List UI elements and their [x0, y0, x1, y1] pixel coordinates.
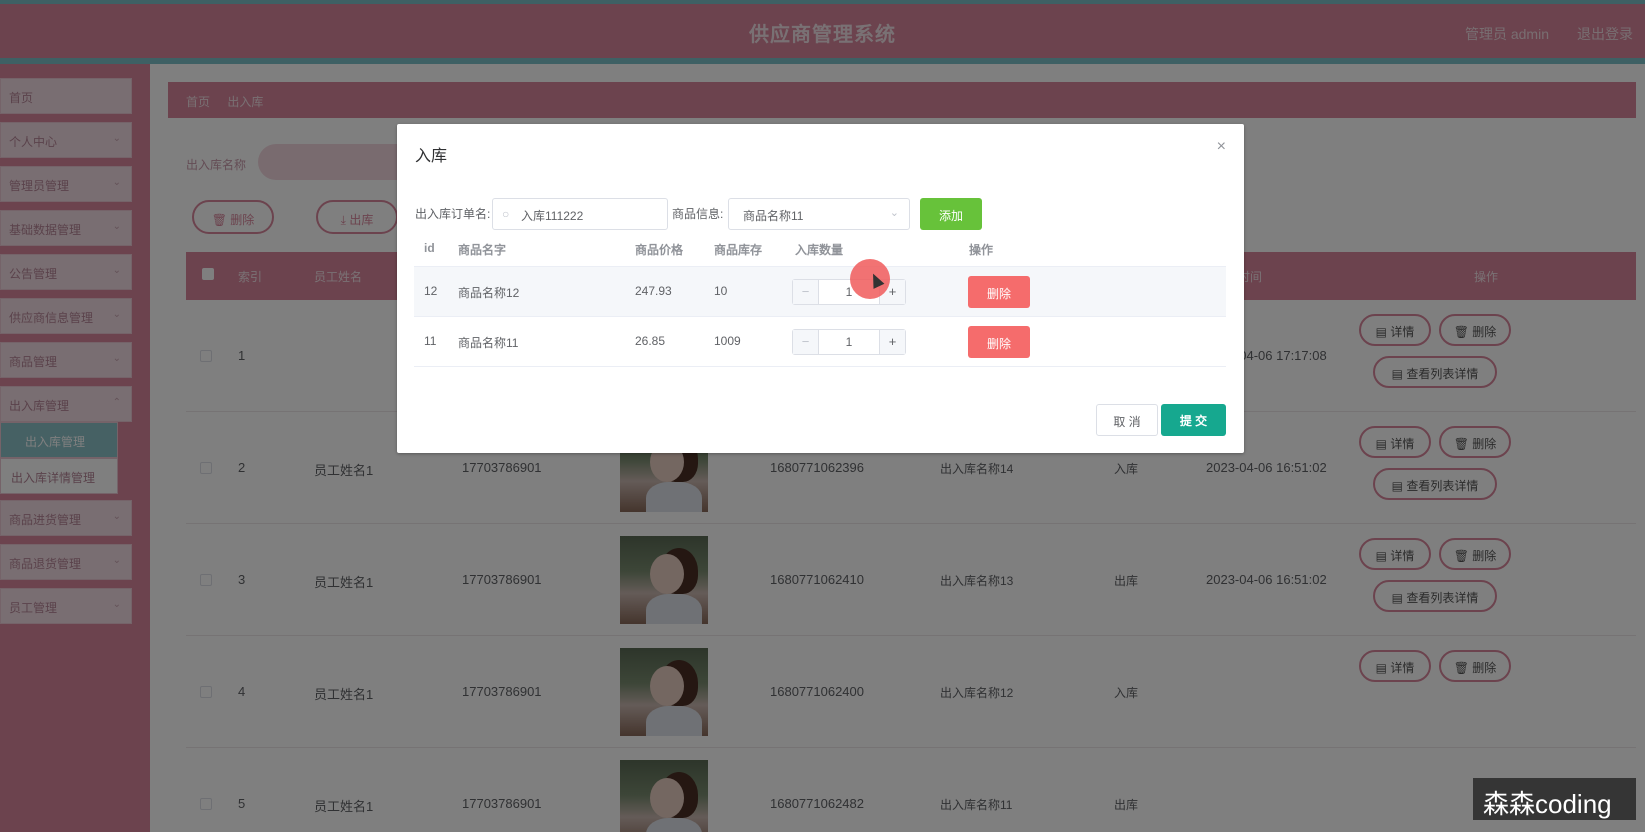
- goods-id: 12: [424, 284, 438, 298]
- add-goods-button[interactable]: 添加: [920, 198, 982, 230]
- quantity-stepper[interactable]: − 1 +: [792, 329, 906, 355]
- goods-info-label: 商品信息:: [672, 207, 724, 221]
- goods-stock: 1009: [714, 334, 741, 348]
- order-name-input[interactable]: ○ 入库111222: [492, 198, 668, 230]
- goods-row: 12 商品名称12 247.93 10 − 1 + 删除: [414, 267, 1226, 317]
- col-id: id: [424, 241, 435, 255]
- close-icon[interactable]: ×: [1217, 138, 1226, 156]
- watermark: 森森coding: [1473, 778, 1636, 820]
- col-goods-name: 商品名字: [458, 243, 507, 257]
- search-icon: ○: [502, 207, 510, 221]
- col-goods-price: 商品价格: [635, 243, 684, 257]
- col-goods-stock: 商品库存: [714, 243, 763, 257]
- remove-goods-button[interactable]: 删除: [968, 326, 1030, 358]
- increment-button[interactable]: +: [879, 330, 905, 354]
- goods-row: 11 商品名称11 26.85 1009 − 1 + 删除: [414, 317, 1226, 367]
- goods-name: 商品名称11: [458, 336, 519, 350]
- cancel-button[interactable]: 取 消: [1096, 404, 1158, 436]
- order-name-value: 入库111222: [521, 209, 584, 223]
- goods-stock: 10: [714, 284, 728, 298]
- chevron-down-icon: ⌄: [889, 207, 899, 219]
- goods-price: 26.85: [635, 334, 666, 348]
- goods-price: 247.93: [635, 284, 672, 298]
- quantity-value[interactable]: 1: [819, 335, 879, 349]
- order-name-label: 出入库订单名:: [415, 207, 491, 221]
- col-actions: 操作: [969, 243, 994, 257]
- submit-button[interactable]: 提 交: [1161, 404, 1226, 436]
- goods-name: 商品名称12: [458, 286, 520, 300]
- inbound-dialog: 入库 × 出入库订单名: ○ 入库111222 商品信息: 商品名称11 ⌄ 添…: [397, 124, 1244, 453]
- col-inbound-qty: 入库数量: [795, 243, 844, 257]
- goods-selected-value: 商品名称11: [743, 209, 804, 223]
- goods-id: 11: [424, 334, 437, 348]
- dialog-title: 入库: [415, 148, 448, 165]
- decrement-button[interactable]: −: [793, 280, 819, 304]
- remove-goods-button[interactable]: 删除: [968, 276, 1030, 308]
- goods-select[interactable]: 商品名称11 ⌄: [728, 198, 910, 230]
- decrement-button[interactable]: −: [793, 330, 819, 354]
